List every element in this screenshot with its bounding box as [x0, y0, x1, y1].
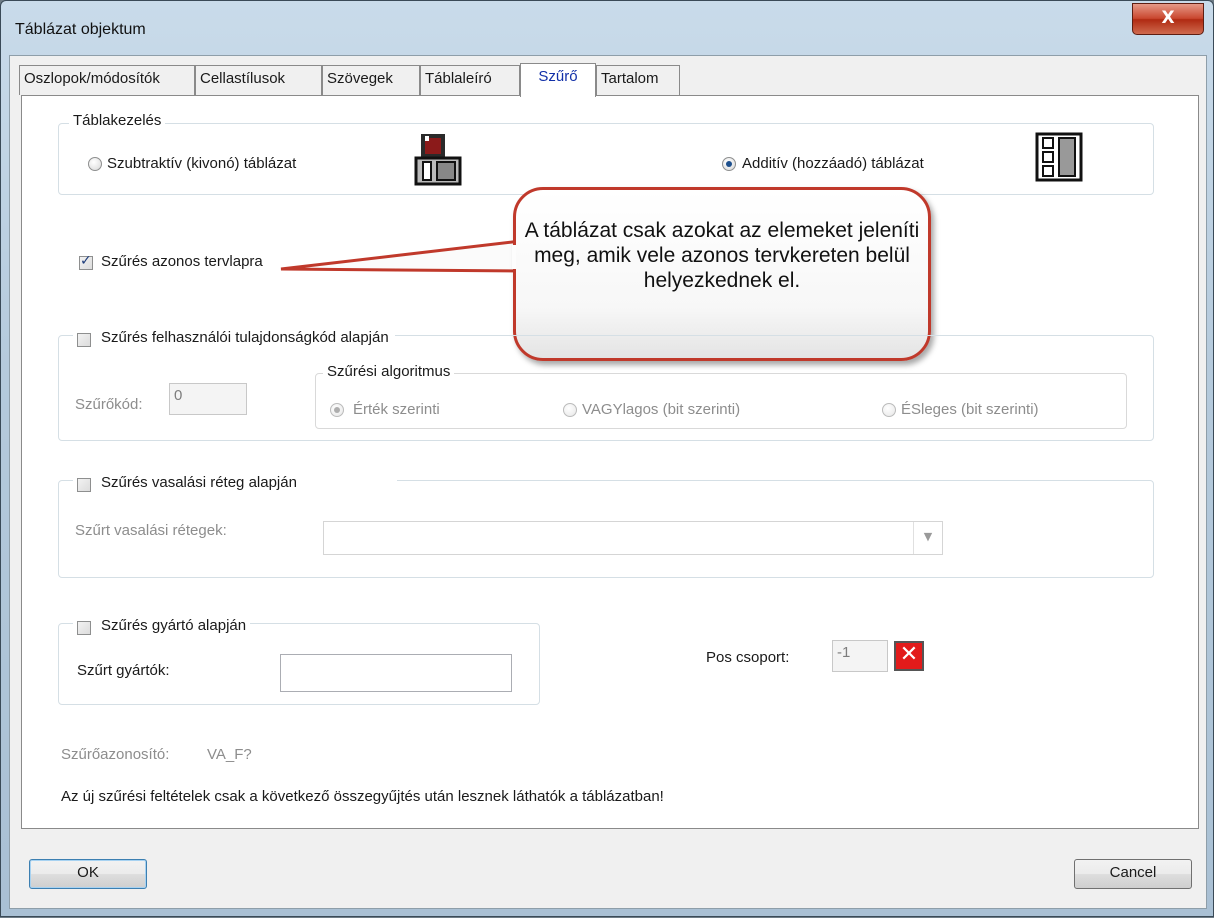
algorithm-and-radio[interactable] — [882, 403, 896, 417]
manufacturers-label: Szűrt gyártók: — [77, 662, 170, 679]
filter-id-label: Szűrőazonosító: — [61, 746, 170, 763]
filter-code-input[interactable]: 0 — [169, 383, 247, 415]
filter-user-property-label: Szűrés felhasználói tulajdonságkód alapj… — [101, 329, 389, 346]
algorithm-value-radio[interactable] — [330, 403, 344, 417]
filter-rebar-layer-label: Szűrés vasalási réteg alapján — [101, 474, 297, 491]
pos-group-label: Pos csoport: — [706, 649, 790, 666]
chevron-down-icon[interactable]: ▼ — [913, 522, 942, 554]
filter-manufacturer-checkbox[interactable] — [77, 621, 91, 635]
clear-pos-group-icon[interactable]: ✕ — [894, 641, 924, 671]
filter-user-property-checkbox[interactable] — [77, 333, 91, 347]
cancel-button[interactable]: Cancel — [1074, 859, 1192, 889]
algorithm-or-label: VAGYlagos (bit szerinti) — [582, 401, 741, 418]
tab-filter[interactable]: Szűrő — [520, 63, 596, 97]
pos-group-input[interactable]: -1 — [832, 640, 888, 672]
algorithm-or-radio[interactable] — [563, 403, 577, 417]
rebar-layer-header: Szűrés vasalási réteg alapján — [73, 474, 397, 492]
ok-button[interactable]: OK — [29, 859, 147, 889]
manufacturers-input[interactable] — [280, 654, 512, 692]
algorithm-label: Szűrési algoritmus — [323, 363, 455, 380]
manufacturer-header: Szűrés gyártó alapján — [73, 617, 251, 635]
callout-pointer-cover — [512, 245, 516, 269]
rebar-layers-dropdown[interactable]: ▼ — [323, 521, 943, 555]
algorithm-value-label: Érték szerinti — [353, 401, 440, 418]
filter-manufacturer-label: Szűrés gyártó alapján — [101, 617, 247, 634]
filter-code-label: Szűrőkód: — [75, 396, 143, 413]
rebar-layers-label: Szűrt vasalási rétegek: — [75, 522, 227, 539]
filter-rebar-layer-checkbox[interactable] — [77, 478, 91, 492]
user-property-header: Szűrés felhasználói tulajdonságkód alapj… — [73, 329, 395, 347]
filter-id-value: VA_F? — [207, 746, 252, 763]
algorithm-and-label: ÉSleges (bit szerinti) — [901, 401, 1039, 418]
dialog-window: Táblázat objektum X Oszlopok/módosítók C… — [0, 0, 1214, 917]
info-note: Az új szűrési feltételek csak a következ… — [61, 788, 664, 805]
